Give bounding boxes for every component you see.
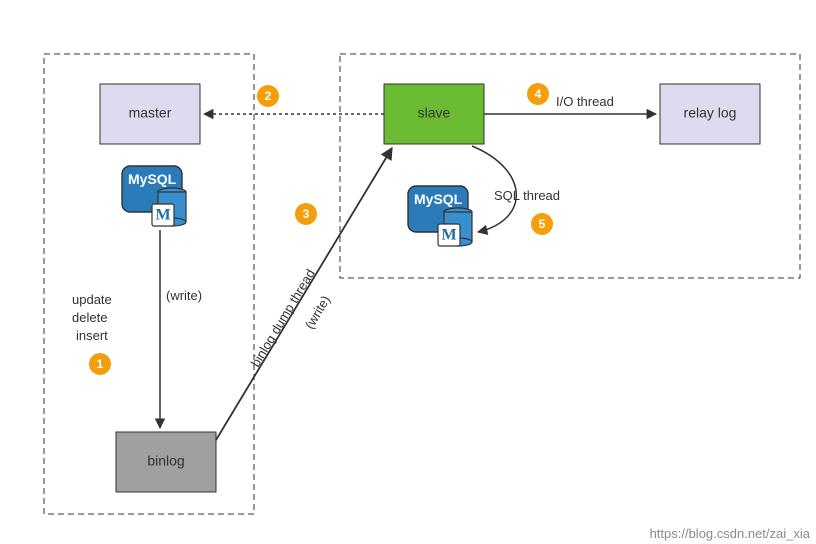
svg-text:3: 3	[303, 207, 310, 221]
io-thread-label: I/O thread	[556, 94, 614, 109]
svg-text:1: 1	[97, 357, 104, 371]
step-4: 4	[527, 83, 549, 105]
write2-label: (write)	[302, 293, 333, 332]
relay-log-label: relay log	[684, 105, 737, 121]
step-2: 2	[257, 85, 279, 107]
svg-text:2: 2	[265, 89, 272, 103]
replication-diagram: master slave relay log binlog MySQL M My…	[0, 0, 816, 544]
svg-text:MySQL: MySQL	[414, 191, 463, 207]
svg-text:MySQL: MySQL	[128, 171, 177, 187]
master-label: master	[129, 105, 172, 121]
svg-text:5: 5	[539, 217, 546, 231]
svg-text:4: 4	[535, 87, 542, 101]
binlog-label: binlog	[147, 453, 184, 469]
mysql-icon-master: MySQL M	[122, 166, 186, 226]
svg-text:M: M	[155, 207, 170, 224]
step-1: 1	[89, 353, 111, 375]
slave-label: slave	[418, 105, 451, 121]
svg-text:M: M	[441, 227, 456, 244]
ops-delete: delete	[72, 310, 107, 325]
step-5: 5	[531, 213, 553, 235]
ops-insert: insert	[76, 328, 108, 343]
mysql-icon-slave: MySQL M	[408, 186, 472, 246]
ops-update: update	[72, 292, 112, 307]
step-3: 3	[295, 203, 317, 225]
sql-thread-label: SQL thread	[494, 188, 560, 203]
write1-label: (write)	[166, 288, 202, 303]
watermark: https://blog.csdn.net/zai_xia	[650, 526, 811, 541]
